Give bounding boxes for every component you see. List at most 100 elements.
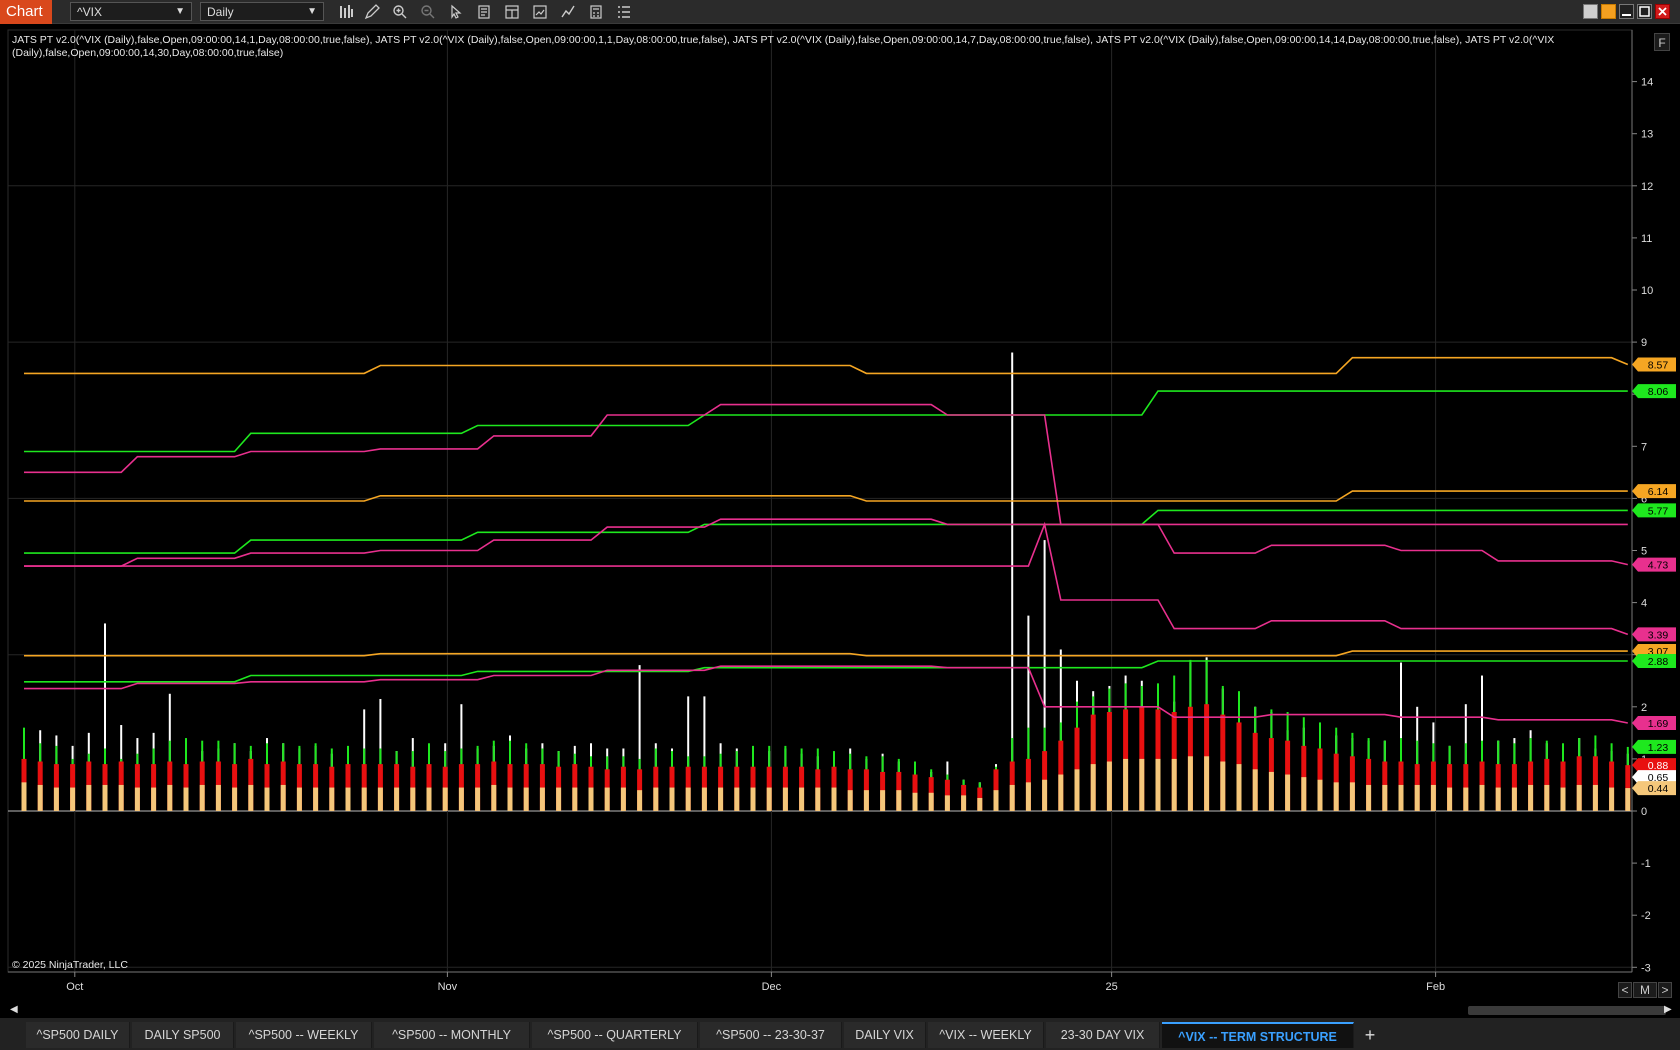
histogram-bar-yellow bbox=[377, 787, 383, 811]
histogram-bar-yellow bbox=[701, 787, 707, 811]
histogram-bar-yellow bbox=[1301, 777, 1307, 811]
step-line bbox=[24, 356, 1629, 375]
toolbar: Chart ^VIX ▼ Daily ▼ bbox=[0, 0, 1680, 24]
histogram-bar-yellow bbox=[1511, 787, 1517, 811]
y-tick-label: 0 bbox=[1641, 806, 1647, 818]
scroll-left-icon[interactable]: ◀ bbox=[10, 1002, 18, 1018]
horizontal-scrollbar[interactable]: ◀ ▶ bbox=[8, 1002, 1672, 1018]
histogram-bar-yellow bbox=[53, 787, 59, 811]
histogram-bar-yellow bbox=[1106, 761, 1112, 811]
histogram-bar-yellow bbox=[523, 787, 529, 811]
calculator-icon[interactable] bbox=[586, 2, 606, 22]
fullscreen-f-button[interactable]: F bbox=[1654, 33, 1670, 51]
histogram-bar-yellow bbox=[215, 784, 221, 811]
price-marker: 6.14 bbox=[1632, 484, 1676, 499]
step-line bbox=[24, 390, 1628, 453]
histogram-bar-yellow bbox=[1447, 787, 1453, 811]
histogram-bar-yellow bbox=[1123, 758, 1129, 811]
histogram-bar-yellow bbox=[750, 787, 756, 811]
histogram-bar-yellow bbox=[863, 790, 869, 811]
zoom-out-icon[interactable] bbox=[418, 2, 438, 22]
histogram-bar-yellow bbox=[637, 790, 643, 811]
histogram-bar-yellow bbox=[734, 787, 740, 811]
indicators-icon[interactable] bbox=[558, 2, 578, 22]
zoom-in-icon[interactable] bbox=[390, 2, 410, 22]
y-tick-label: -3 bbox=[1641, 962, 1651, 974]
histogram-bar-yellow bbox=[766, 787, 772, 811]
histogram-bar-yellow bbox=[1430, 784, 1436, 811]
y-tick-label: 7 bbox=[1641, 441, 1647, 453]
histogram-bar-yellow bbox=[1609, 787, 1615, 811]
histogram-bar-yellow bbox=[1528, 784, 1534, 811]
price-marker-label: 8.57 bbox=[1648, 360, 1669, 372]
data-box-icon[interactable] bbox=[502, 2, 522, 22]
list-icon[interactable] bbox=[614, 2, 634, 22]
histogram-bar-yellow bbox=[134, 787, 140, 811]
histogram-bar-yellow bbox=[993, 790, 999, 811]
workspace-tab[interactable]: DAILY VIX bbox=[844, 1022, 926, 1048]
strategies-icon[interactable] bbox=[530, 2, 550, 22]
workspace-tab[interactable]: 23-30 DAY VIX bbox=[1046, 1022, 1160, 1048]
bar-type-icon[interactable] bbox=[336, 2, 356, 22]
histogram-bar-yellow bbox=[313, 787, 319, 811]
step-line bbox=[24, 521, 1629, 636]
price-marker-label: 3.39 bbox=[1648, 629, 1669, 641]
price-marker-label: 2.88 bbox=[1648, 656, 1669, 668]
histogram-bar-yellow bbox=[1220, 761, 1226, 811]
workspace-tab[interactable]: ^SP500 -- QUARTERLY bbox=[532, 1022, 698, 1048]
histogram-bar-yellow bbox=[1414, 784, 1420, 811]
y-tick-label: 12 bbox=[1641, 181, 1653, 193]
properties-icon[interactable] bbox=[474, 2, 494, 22]
zoom-mode-button[interactable]: M bbox=[1633, 982, 1657, 998]
chart-canvas[interactable]: 14131211109876543210-1-2-3OctNovDec25Feb… bbox=[0, 24, 1680, 1002]
add-tab-button[interactable]: + bbox=[1358, 1022, 1382, 1048]
interval-selector[interactable]: Daily ▼ bbox=[200, 2, 324, 21]
zoom-left-button[interactable]: < bbox=[1618, 982, 1632, 998]
y-tick-label: -1 bbox=[1641, 858, 1651, 870]
price-marker: 2.88 bbox=[1632, 653, 1676, 668]
price-marker: 0.44 bbox=[1632, 781, 1676, 796]
instrument-selector[interactable]: ^VIX ▼ bbox=[70, 2, 192, 21]
minimize-icon[interactable] bbox=[1619, 4, 1634, 19]
pencil-icon[interactable] bbox=[362, 2, 382, 22]
histogram-bar-yellow bbox=[1625, 788, 1631, 811]
cursor-icon[interactable] bbox=[446, 2, 466, 22]
histogram-bar-yellow bbox=[86, 784, 92, 811]
histogram-bar-yellow bbox=[1204, 756, 1210, 811]
histogram-bar-yellow bbox=[1366, 784, 1372, 811]
histogram-bar-yellow bbox=[280, 784, 286, 811]
histogram-bar-yellow bbox=[539, 787, 545, 811]
histogram-bar-yellow bbox=[928, 792, 934, 811]
link-icon[interactable] bbox=[1601, 4, 1616, 19]
workspace-tab[interactable]: ^SP500 DAILY bbox=[26, 1022, 130, 1048]
close-icon[interactable] bbox=[1655, 4, 1670, 19]
histogram-bar-yellow bbox=[653, 787, 659, 811]
scroll-right-icon[interactable]: ▶ bbox=[1664, 1002, 1672, 1018]
price-marker-label: 8.06 bbox=[1648, 386, 1669, 398]
chart-menu-button[interactable]: Chart bbox=[0, 0, 52, 24]
histogram-bar-yellow bbox=[1058, 774, 1064, 811]
workspace-tab[interactable]: DAILY SP500 bbox=[132, 1022, 234, 1048]
zoom-right-button[interactable]: > bbox=[1658, 982, 1672, 998]
y-tick-label: 13 bbox=[1641, 129, 1653, 141]
workspace-tab[interactable]: ^SP500 -- 23-30-37 bbox=[700, 1022, 842, 1048]
maximize-icon[interactable] bbox=[1637, 4, 1652, 19]
histogram-bar-yellow bbox=[1236, 764, 1242, 811]
histogram-bar-yellow bbox=[799, 787, 805, 811]
histogram-bar-yellow bbox=[102, 784, 108, 811]
histogram-bar-yellow bbox=[151, 787, 157, 811]
workspace-tab[interactable]: ^SP500 -- MONTHLY bbox=[374, 1022, 530, 1048]
y-tick-label: 4 bbox=[1641, 598, 1647, 610]
histogram-bar-yellow bbox=[1349, 782, 1355, 811]
price-marker-label: 6.14 bbox=[1648, 486, 1669, 498]
workspace-tab[interactable]: ^VIX -- WEEKLY bbox=[928, 1022, 1044, 1048]
workspace-tab[interactable]: ^SP500 -- WEEKLY bbox=[236, 1022, 372, 1048]
scrollbar-thumb[interactable] bbox=[1468, 1006, 1666, 1015]
workspace-tab[interactable]: ^VIX -- TERM STRUCTURE bbox=[1162, 1022, 1354, 1048]
histogram-bar-yellow bbox=[572, 787, 578, 811]
histogram-bar-yellow bbox=[718, 787, 724, 811]
restore-icon[interactable] bbox=[1583, 4, 1598, 19]
histogram-bar-yellow bbox=[1317, 779, 1323, 811]
histogram-bar-yellow bbox=[1139, 758, 1145, 811]
histogram-bar-yellow bbox=[556, 787, 562, 811]
